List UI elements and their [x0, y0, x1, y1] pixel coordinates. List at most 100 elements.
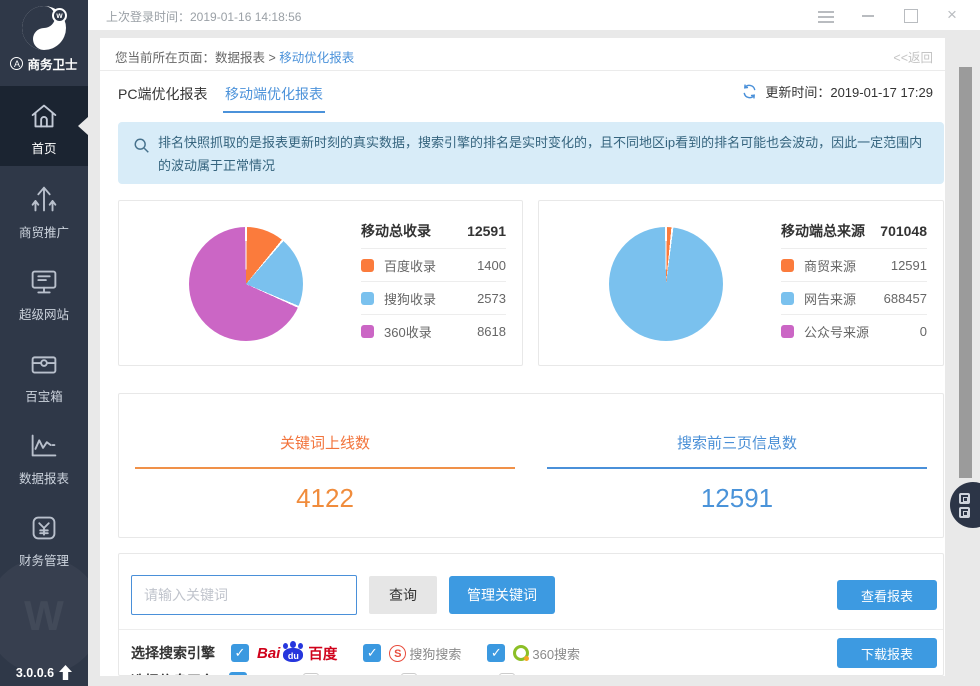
stat-label-keywords-online: 关键词上线数 — [279, 435, 370, 452]
pie-chart-mobile-source — [609, 227, 723, 341]
stat-underline-blue — [547, 467, 927, 469]
refresh-icon[interactable] — [741, 83, 758, 100]
checkbox-option[interactable] — [303, 673, 320, 675]
sidebar-item-reports[interactable]: 数据报表 — [0, 416, 88, 496]
swatch-orange — [781, 258, 794, 272]
engine-select-label: 选择搜索引擎 — [131, 645, 215, 661]
checkbox-option[interactable] — [401, 673, 418, 675]
breadcrumb-current[interactable]: 移动优化报表 — [279, 51, 354, 65]
stat-label-top3-pages: 搜索前三页信息数 — [676, 435, 797, 452]
checkbox-baidu[interactable]: ✓ — [231, 644, 249, 662]
keyword-input[interactable] — [131, 575, 357, 615]
card-mobile-source: 移动端总来源 701048 商贸来源 12591 网告来源 688457 公众号… — [538, 200, 944, 366]
engine-sogou: ✓ S 搜狗搜索 — [363, 644, 461, 663]
tab-pc-report[interactable]: PC端优化报表 — [118, 84, 207, 104]
app-logo: w A 商务卫士 — [0, 0, 88, 84]
search-icon — [134, 138, 149, 153]
toolbox-icon — [31, 356, 57, 374]
legend-row: 网告来源 688457 — [781, 281, 927, 314]
swatch-magenta — [781, 324, 794, 338]
breadcrumb: 您当前所在页面：数据报表 > 移动优化报表 — [115, 51, 355, 65]
swatch-magenta — [361, 324, 374, 338]
sidebar-item-label: 百宝箱 — [25, 390, 63, 404]
legend-row: 搜狗收录 2573 — [361, 281, 506, 314]
sidebar-item-label: 首页 — [31, 142, 57, 156]
sidebar-item-label: 商贸推广 — [18, 226, 69, 240]
download-report-button[interactable]: 下载报表 — [837, 638, 937, 668]
card-keyword-search: 查询 管理关键词 查看报表 下载报表 选择搜索引擎 ✓ Bai du 百度 ✓ … — [118, 553, 944, 676]
sidebar: w A 商务卫士 首页 商贸推广 超级网站 百宝箱 数据报表 财务管理 W 3.… — [0, 0, 102, 686]
version-row[interactable]: 3.0.0.6 — [0, 665, 88, 680]
360-logo-icon — [513, 645, 530, 661]
maximize-icon[interactable] — [902, 8, 918, 23]
query-button[interactable]: 查询 — [369, 576, 437, 614]
baidu-logo-text: Bai — [257, 644, 281, 662]
close-icon[interactable]: × — [944, 6, 960, 23]
legend-total: 701048 — [880, 223, 927, 239]
legend-title: 移动端总来源 — [781, 223, 865, 239]
tabs-row: PC端优化报表 移动端优化报表 更新时间：2019-01-17 17:29 — [100, 71, 945, 113]
manage-keywords-button[interactable]: 管理关键词 — [449, 576, 555, 614]
stat-underline-orange — [135, 467, 515, 469]
legend-total: 12591 — [467, 223, 506, 239]
sidebar-item-label: 超级网站 — [18, 308, 69, 322]
card-mobile-index: 移动总收录 12591 百度收录 1400 搜狗收录 2573 360收录 86… — [118, 200, 523, 366]
home-icon — [31, 104, 57, 128]
sidebar-item-home[interactable]: 首页 — [0, 86, 88, 166]
legend: 移动端总来源 701048 商贸来源 12591 网告来源 688457 公众号… — [781, 214, 927, 347]
active-item-notch — [78, 117, 88, 135]
last-login-text: 上次登录时间：2019-01-16 14:18:56 — [106, 10, 302, 24]
back-link[interactable]: <<返回 — [893, 47, 933, 66]
platform-select-row: 选择信息平台 ✓ 全选 企业网站 媒体平台 其他 — [131, 671, 571, 675]
brand-a-icon: A — [10, 57, 24, 70]
upgrade-arrow-icon — [59, 665, 73, 680]
baidu-paw-icon: du — [282, 641, 304, 663]
breadcrumb-row: 您当前所在页面：数据报表 > 移动优化报表 <<返回 — [100, 38, 945, 71]
update-time: 更新时间：2019-01-17 17:29 — [765, 85, 933, 100]
finance-icon — [32, 516, 56, 540]
pie-chart-mobile-index — [189, 227, 303, 341]
stat-value-top3-pages: 12591 — [700, 483, 774, 513]
checkbox-360[interactable]: ✓ — [487, 644, 506, 662]
swatch-blue — [781, 291, 794, 305]
version-text: 3.0.0.6 — [15, 665, 55, 680]
legend-row: 360收录 8618 — [361, 314, 506, 347]
checkbox-select-all[interactable]: ✓ — [229, 672, 247, 675]
title-bar: 上次登录时间：2019-01-16 14:18:56 × — [88, 0, 980, 30]
legend-row: 百度收录 1400 — [361, 248, 506, 281]
notice-banner: 排名快照抓取的是报表更新时刻的真实数据，搜索引擎的排名是实时变化的，且不同地区i… — [118, 122, 944, 184]
monitor-icon — [31, 270, 57, 294]
view-report-button[interactable]: 查看报表 — [837, 580, 937, 610]
notice-text: 排名快照抓取的是报表更新时刻的真实数据，搜索引擎的排名是实时变化的，且不同地区i… — [158, 135, 923, 173]
logo-w-badge: w — [52, 8, 67, 23]
sidebar-item-website[interactable]: 超级网站 — [0, 252, 88, 332]
legend-row: 公众号来源 0 — [781, 314, 927, 347]
engine-360: ✓ 360搜索 — [487, 644, 580, 663]
minimize-icon[interactable] — [860, 8, 876, 22]
legend-row: 商贸来源 12591 — [781, 248, 927, 281]
swatch-orange — [361, 258, 374, 272]
engine-baidu: ✓ Bai du 百度 — [231, 641, 338, 664]
main-panel: 您当前所在页面：数据报表 > 移动优化报表 <<返回 PC端优化报表 移动端优化… — [100, 38, 945, 676]
swatch-blue — [361, 291, 374, 305]
checkbox-sogou[interactable]: ✓ — [363, 644, 382, 662]
sidebar-item-toolbox[interactable]: 百宝箱 — [0, 334, 88, 414]
card-keyword-stats: 关键词上线数 4122 搜索前三页信息数 12591 — [118, 393, 944, 538]
vertical-scrollbar[interactable] — [959, 67, 972, 478]
brand-name: 商务卫士 — [27, 58, 78, 72]
legend: 移动总收录 12591 百度收录 1400 搜狗收录 2573 360收录 86… — [361, 214, 506, 347]
breadcrumb-prefix: 您当前所在页面：数据报表 — [115, 51, 266, 65]
platform-select-label: 选择信息平台 — [131, 671, 215, 675]
tab-mobile-report[interactable]: 移动端优化报表 — [223, 84, 325, 113]
legend-title: 移动总收录 — [361, 223, 431, 239]
qr-square-icon — [959, 492, 970, 504]
qr-square-icon — [959, 506, 970, 518]
floating-qr-widget[interactable] — [950, 482, 980, 528]
checkbox-option[interactable] — [499, 673, 516, 675]
sidebar-item-promotion[interactable]: 商贸推广 — [0, 170, 88, 250]
menu-icon[interactable] — [818, 8, 834, 23]
sogou-logo-icon: S — [389, 644, 407, 662]
line-chart-icon — [31, 434, 57, 457]
baidu-logo-cn: 百度 — [308, 646, 338, 663]
engine-select-row: 选择搜索引擎 ✓ Bai du 百度 ✓ S 搜狗搜索 ✓ 360搜索 — [131, 638, 606, 668]
